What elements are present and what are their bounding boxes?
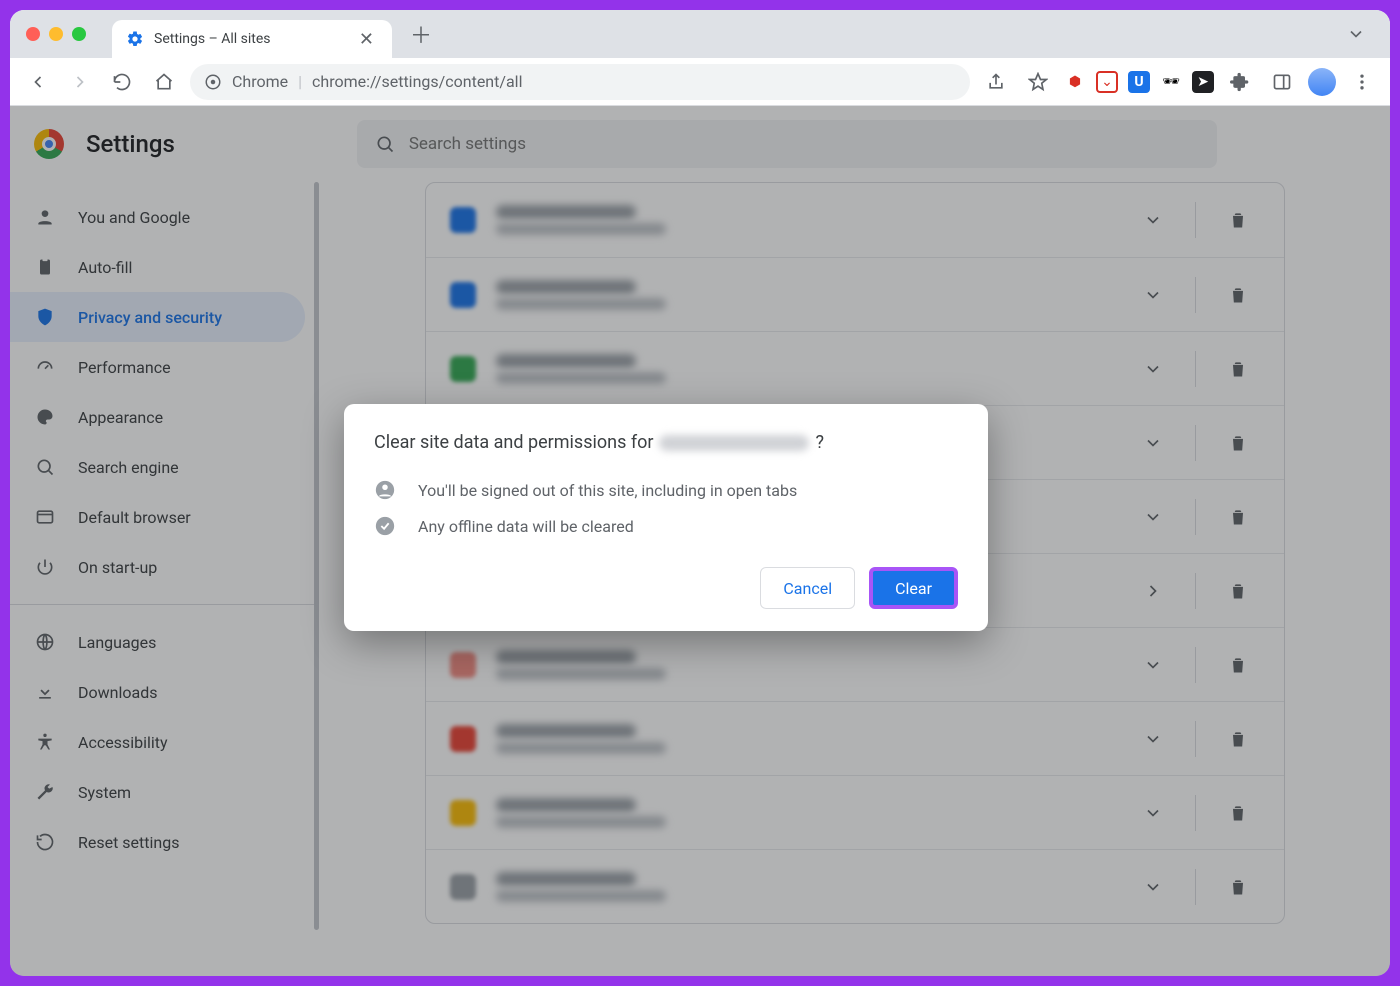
- back-button[interactable]: [22, 66, 54, 98]
- omnibox-url: chrome://settings/content/all: [312, 72, 522, 91]
- extension-icon[interactable]: U: [1128, 71, 1150, 93]
- tab-title: Settings – All sites: [154, 31, 345, 47]
- sidepanel-button[interactable]: [1266, 66, 1298, 98]
- omnibox-prefix: Chrome: [232, 72, 288, 91]
- address-bar[interactable]: Chrome | chrome://settings/content/all: [190, 64, 970, 100]
- close-tab-button[interactable]: ✕: [355, 27, 378, 52]
- menu-button[interactable]: [1346, 66, 1378, 98]
- dialog-info-row: Any offline data will be cleared: [374, 515, 958, 537]
- minimize-window-button[interactable]: [49, 27, 63, 41]
- window-controls: [26, 27, 86, 41]
- clear-site-data-dialog: Clear site data and permissions for ? Yo…: [344, 404, 988, 631]
- profile-avatar[interactable]: [1308, 68, 1336, 96]
- redacted-site-name: [659, 435, 809, 451]
- maximize-window-button[interactable]: [72, 27, 86, 41]
- new-tab-button[interactable]: ＋: [400, 18, 442, 50]
- share-button[interactable]: [980, 66, 1012, 98]
- forward-button[interactable]: [64, 66, 96, 98]
- titlebar: Settings – All sites ✕ ＋: [10, 10, 1390, 58]
- extension-icon[interactable]: 🕶: [1160, 71, 1182, 93]
- site-info-icon: [204, 73, 222, 91]
- home-button[interactable]: [148, 66, 180, 98]
- clear-button[interactable]: Clear: [869, 567, 958, 609]
- person-circle-icon: [374, 479, 396, 501]
- extension-icon[interactable]: ⬢: [1064, 71, 1086, 93]
- extension-icon[interactable]: ➤: [1192, 71, 1214, 93]
- dialog-info-row: You'll be signed out of this site, inclu…: [374, 479, 958, 501]
- settings-icon: [126, 30, 144, 48]
- close-window-button[interactable]: [26, 27, 40, 41]
- reload-button[interactable]: [106, 66, 138, 98]
- browser-toolbar: Chrome | chrome://settings/content/all ⬢…: [10, 58, 1390, 106]
- browser-window: Settings – All sites ✕ ＋ Chrome | chrome…: [10, 10, 1390, 976]
- browser-tab[interactable]: Settings – All sites ✕: [112, 20, 392, 58]
- extension-icon[interactable]: ⌄: [1096, 71, 1118, 93]
- dialog-title: Clear site data and permissions for ?: [374, 432, 958, 453]
- bookmark-button[interactable]: [1022, 66, 1054, 98]
- toolbar-actions: ⬢ ⌄ U 🕶 ➤: [980, 66, 1378, 98]
- cancel-button[interactable]: Cancel: [760, 567, 855, 609]
- tabs-dropdown-button[interactable]: [1338, 24, 1374, 44]
- check-circle-icon: [374, 515, 396, 537]
- extensions-menu-button[interactable]: [1224, 66, 1256, 98]
- page-content: Settings You and Google Auto-fill Privac…: [10, 106, 1390, 976]
